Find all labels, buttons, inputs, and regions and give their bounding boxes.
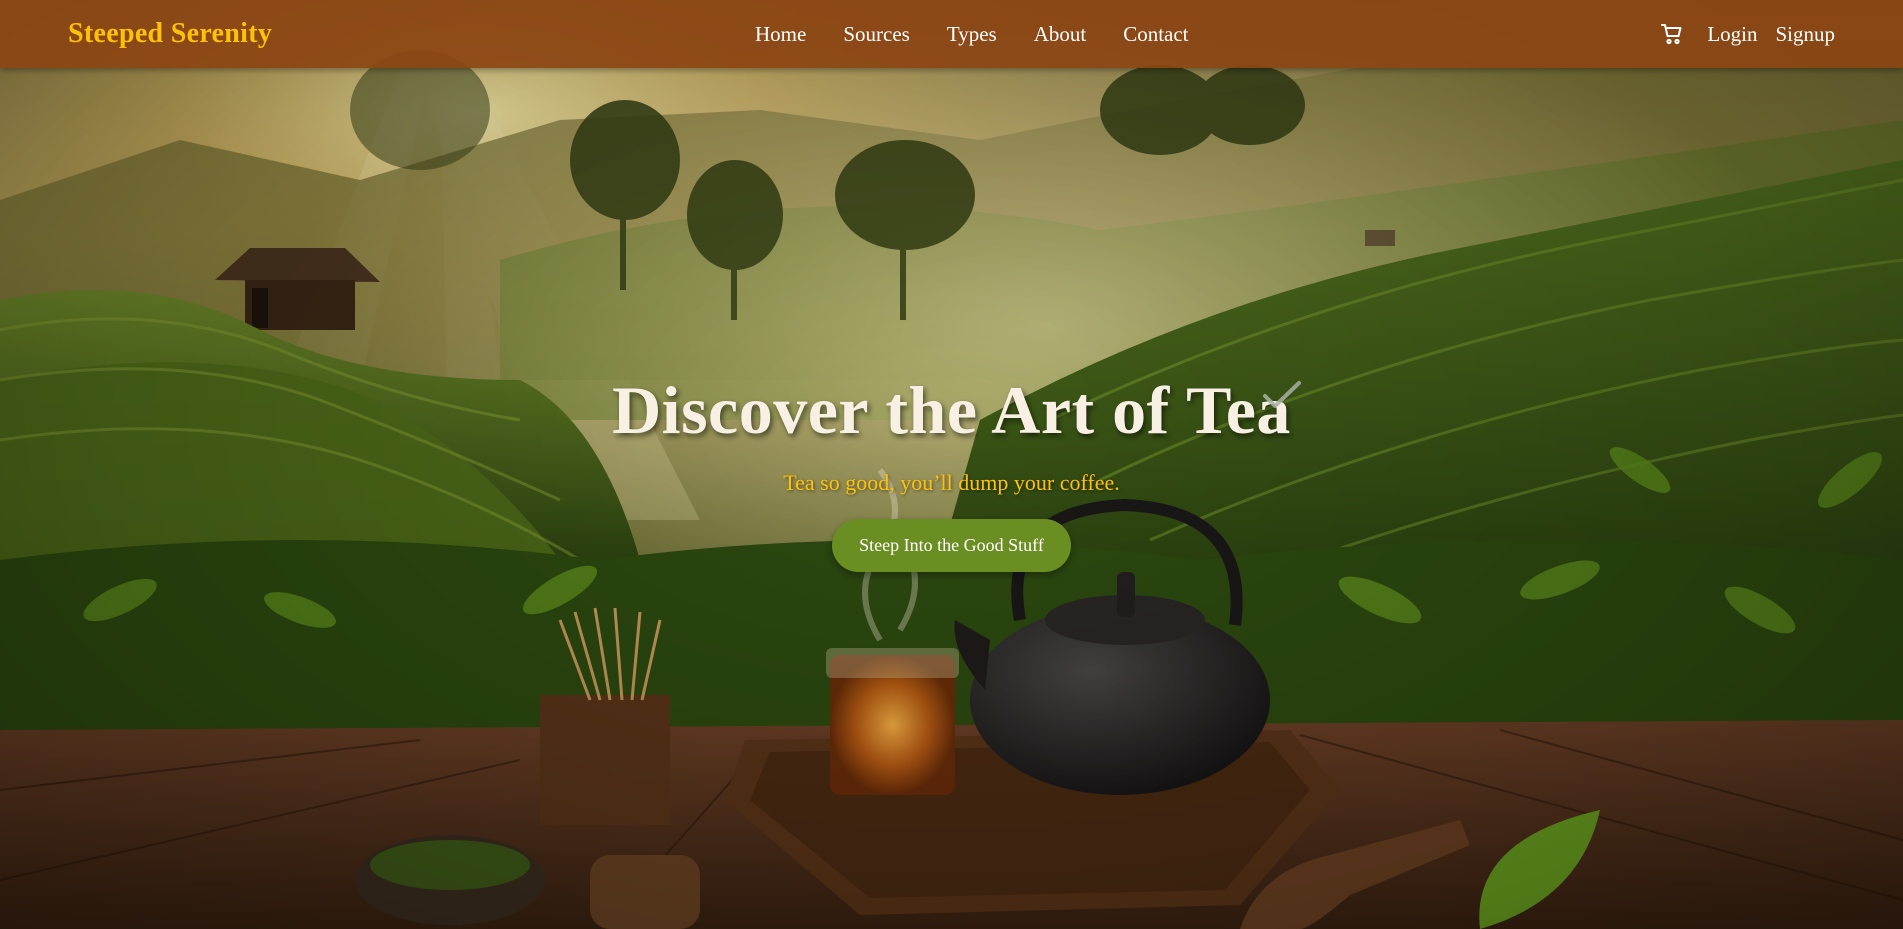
top-navbar: Steeped Serenity Home Sources Types Abou… xyxy=(0,0,1903,68)
main-nav: Home Sources Types About Contact xyxy=(755,0,1226,68)
cta-button[interactable]: Steep Into the Good Stuff xyxy=(832,518,1071,572)
nav-link-sources[interactable]: Sources xyxy=(843,22,910,47)
cart-icon[interactable] xyxy=(1659,21,1685,47)
nav-right-group: Login Signup xyxy=(1659,21,1835,47)
signup-link[interactable]: Signup xyxy=(1775,22,1835,47)
nav-link-contact[interactable]: Contact xyxy=(1123,22,1188,47)
nav-link-about[interactable]: About xyxy=(1034,22,1087,47)
checkmark-icon xyxy=(1263,381,1301,408)
nav-link-types[interactable]: Types xyxy=(947,22,997,47)
nav-link-home[interactable]: Home xyxy=(755,22,806,47)
login-link[interactable]: Login xyxy=(1707,22,1757,47)
hero-title: Discover the Art of Tea xyxy=(612,372,1291,448)
hero-subtitle: Tea so good, you’ll dump your coffee. xyxy=(783,469,1120,495)
hero-section: Discover the Art of Tea Tea so good, you… xyxy=(0,370,1903,572)
landing-page: Steeped Serenity Home Sources Types Abou… xyxy=(0,0,1903,929)
brand-logo[interactable]: Steeped Serenity xyxy=(68,18,272,50)
